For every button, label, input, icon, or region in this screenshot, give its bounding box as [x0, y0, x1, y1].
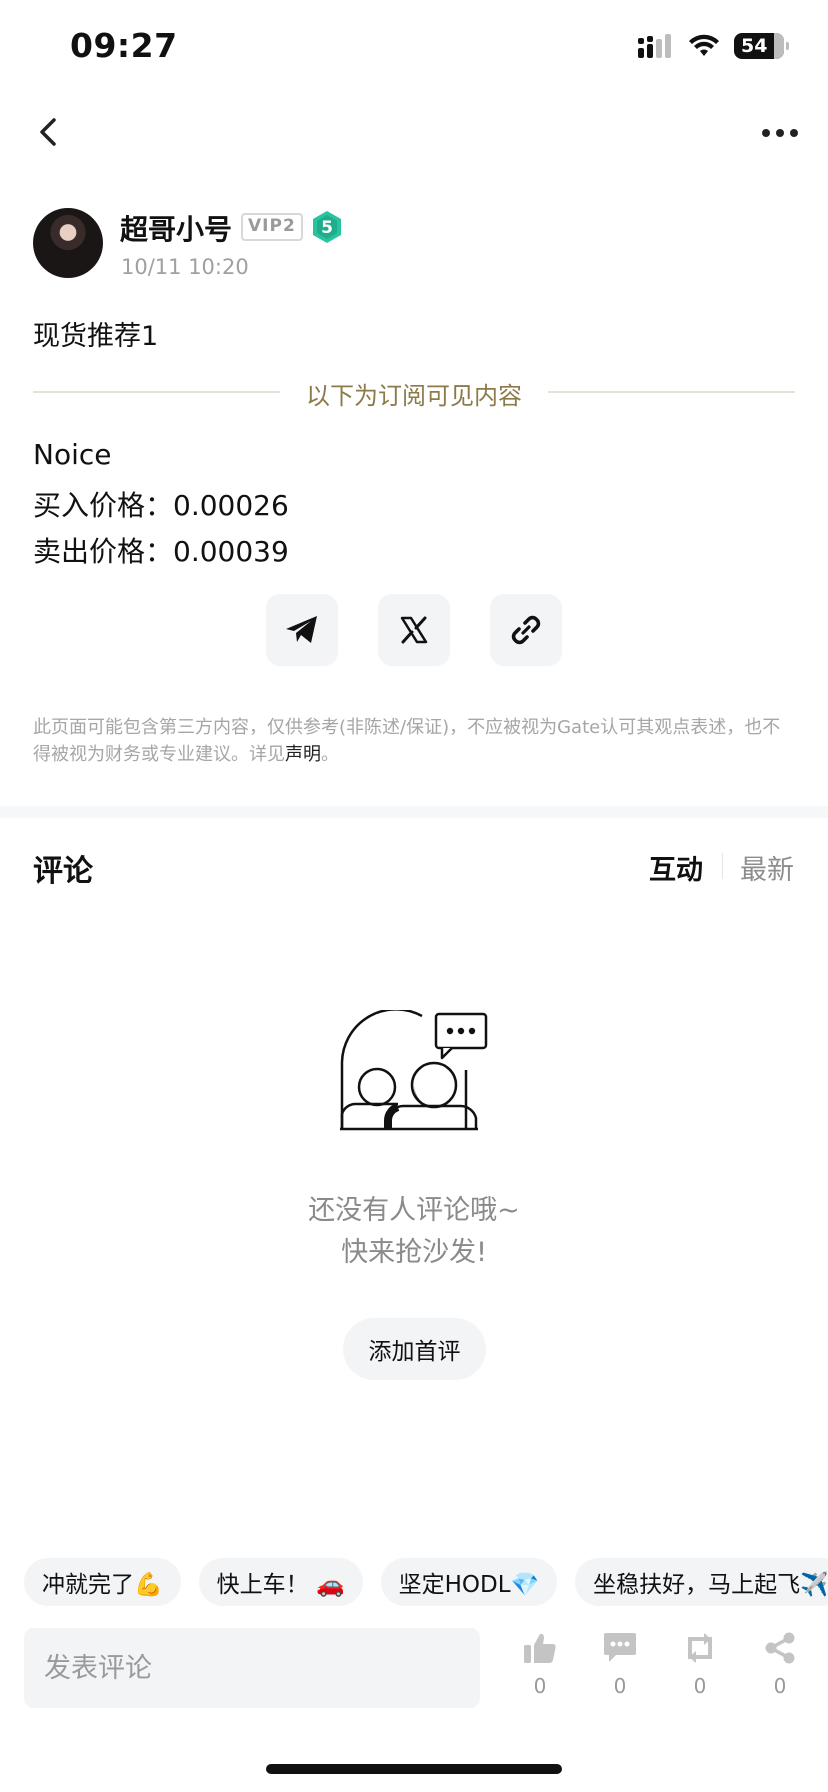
battery-icon: 54 [734, 33, 789, 59]
share-count: 0 [773, 1674, 787, 1698]
comment-count: 0 [613, 1674, 627, 1698]
disclaimer: 此页面可能包含第三方内容，仅供参考(非陈述/保证)，不应被视为Gate认可其观点… [33, 714, 798, 768]
content-line: 卖出价格：0.00039 [33, 535, 289, 568]
post-time: 10/11 10:20 [121, 255, 249, 279]
wifi-icon [689, 34, 719, 56]
comment-input[interactable] [24, 1628, 480, 1708]
section-separator [0, 806, 828, 818]
more-icon[interactable] [760, 118, 800, 148]
disclaimer-text: 此页面可能包含第三方内容，仅供参考(非陈述/保证)，不应被视为Gate认可其观点… [33, 717, 781, 765]
link-icon [511, 615, 541, 645]
repost-icon [688, 1633, 712, 1663]
status-time: 09:27 [70, 26, 178, 65]
signal-icon [638, 34, 671, 58]
author-name[interactable]: 超哥小号 [120, 208, 232, 248]
tab-interactive[interactable]: 互动 [649, 848, 703, 887]
like-button[interactable]: 0 [510, 1632, 570, 1698]
disclaimer-link[interactable]: 声明 [285, 744, 321, 765]
quick-reply-chip[interactable]: 坐稳扶好，马上起飞✈️ [575, 1558, 828, 1606]
tab-separator [722, 853, 723, 879]
vip-badge: VIP2 [241, 213, 303, 241]
share-icon [765, 1632, 795, 1664]
quick-replies: 冲就完了💪 快上车！ 🚗 坚定HODL💎 坐稳扶好，马上起飞✈️ [24, 1558, 828, 1606]
share-button[interactable]: 0 [750, 1632, 810, 1698]
thumbs-up-icon [524, 1633, 556, 1663]
home-indicator [266, 1764, 562, 1774]
status-icons: 54 [638, 30, 789, 62]
tab-latest[interactable]: 最新 [740, 848, 794, 887]
add-first-comment-button[interactable]: 添加首评 [343, 1318, 486, 1380]
level-number: 5 [321, 218, 333, 238]
empty-line-1: 还没有人评论哦~ [308, 1195, 520, 1226]
quick-reply-chip[interactable]: 坚定HODL💎 [380, 1558, 558, 1606]
empty-line-2: 快来抢沙发! [341, 1237, 487, 1268]
post-title: 现货推荐1 [33, 321, 159, 352]
back-icon[interactable] [34, 114, 64, 150]
content-line: Noice [33, 438, 112, 471]
share-x-button[interactable] [378, 594, 450, 666]
copy-link-button[interactable] [490, 594, 562, 666]
telegram-icon [286, 616, 317, 643]
battery-level: 54 [741, 35, 768, 57]
disclaimer-end: 。 [321, 744, 339, 765]
repost-count: 0 [693, 1674, 707, 1698]
level-badge: 5 [313, 211, 341, 243]
quick-reply-chip[interactable]: 快上车！ 🚗 [198, 1558, 363, 1606]
share-telegram-button[interactable] [266, 594, 338, 666]
comments-title: 评论 [33, 854, 93, 889]
quick-reply-chip[interactable]: 冲就完了💪 [24, 1558, 181, 1606]
avatar[interactable] [33, 208, 103, 278]
content-line: 买入价格：0.00026 [33, 489, 289, 522]
subscription-divider: 以下为订阅可见内容 [306, 382, 522, 410]
x-icon [400, 616, 428, 644]
empty-comments-illustration [340, 1010, 488, 1131]
like-count: 0 [533, 1674, 547, 1698]
comment-icon [604, 1633, 636, 1662]
repost-button[interactable]: 0 [670, 1632, 730, 1698]
comment-button[interactable]: 0 [590, 1632, 650, 1698]
empty-comments-message: 还没有人评论哦~ 快来抢沙发! [0, 1190, 828, 1274]
